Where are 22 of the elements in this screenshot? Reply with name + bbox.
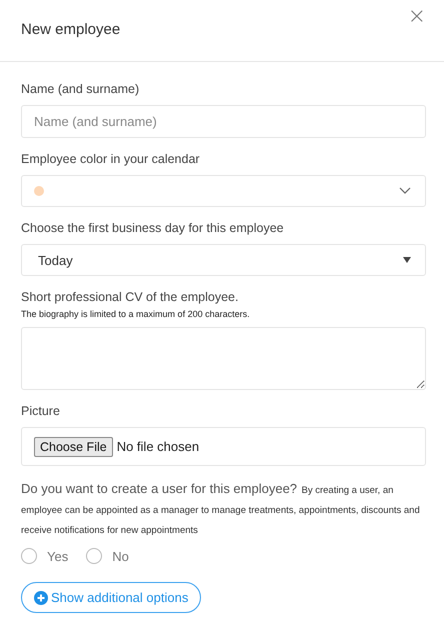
- file-field[interactable]: Choose File No file chosen: [21, 427, 426, 466]
- show-options-button[interactable]: Show additional options: [21, 582, 202, 613]
- field-label: Picture: [21, 404, 61, 418]
- dialog-title: New employee: [21, 21, 120, 38]
- question-text: Do you want to create a user for this employee? By creating a user, an employee can be appointed as a manager to manage treatments, appointments, discounts and receive notifications for new appointments: [21, 480, 421, 538]
- field-label: Short professional CV of the employee.: [21, 290, 240, 304]
- day-dropdown[interactable]: Today: [21, 244, 426, 276]
- field-label: Name (and surname): [21, 82, 140, 96]
- field-label: Employee color in your calendar: [21, 152, 201, 166]
- field-label: Choose the first business day for this employee: [21, 221, 285, 235]
- name-input-field[interactable]: Name (and surname): [21, 105, 426, 138]
- chevron-down-icon: [399, 187, 411, 195]
- field-hint: The biography is limited to a maximum of 200 characters.: [21, 309, 251, 319]
- close-button[interactable]: ×: [404, 6, 430, 28]
- choose-file-button[interactable]: Choose File: [34, 436, 113, 456]
- caret-icon: [403, 257, 411, 263]
- cv-text-area[interactable]: [21, 327, 426, 390]
- radio-option[interactable]: No: [86, 548, 129, 564]
- radio-option[interactable]: Yes: [21, 548, 68, 564]
- plus-circle-icon: [34, 590, 48, 604]
- file-status: No file chosen: [116, 439, 200, 454]
- color-dropdown[interactable]: [21, 175, 426, 207]
